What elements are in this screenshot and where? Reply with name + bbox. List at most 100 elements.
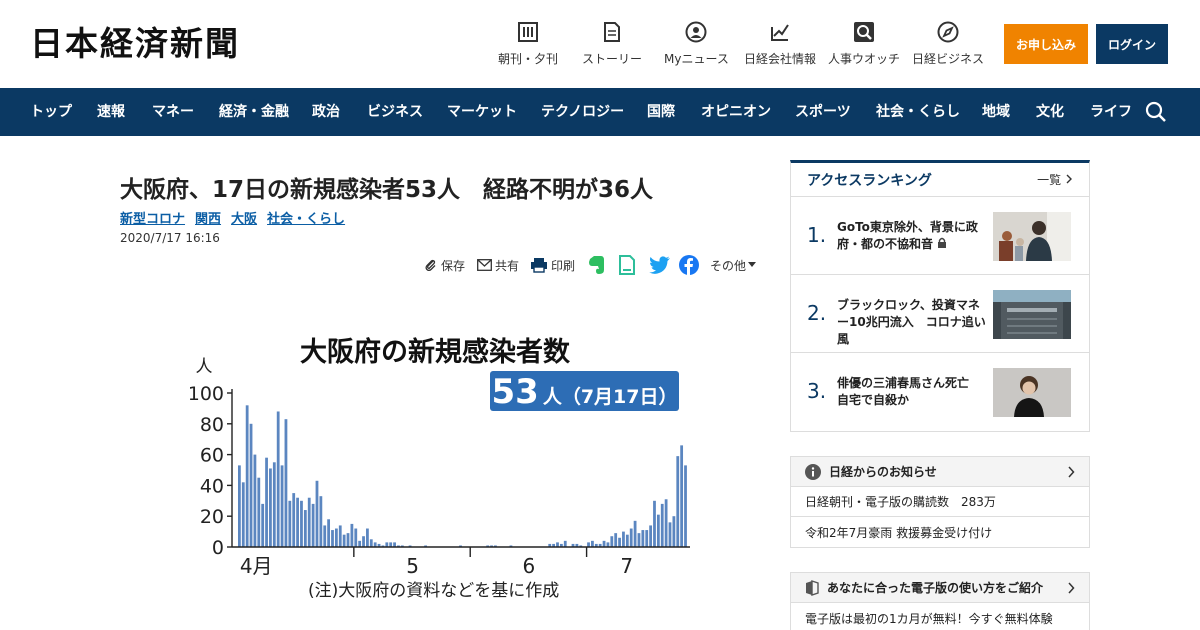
bar (366, 528, 369, 547)
bar (649, 525, 652, 547)
caret-down-icon (748, 262, 757, 268)
notice-header[interactable]: 日経からのお知らせ (791, 457, 1089, 487)
bar (276, 411, 280, 547)
bar (602, 540, 606, 547)
apply-button[interactable]: お申し込み (1004, 24, 1088, 64)
guide-row[interactable]: 電子版は最初の1カ月が無料！今すぐ無料体験 (791, 603, 1089, 630)
bar (629, 528, 633, 547)
article-tags: 新型コロナ 関西 大阪 社会・くらし (120, 208, 345, 227)
cases-bar-chart: 人 0 20 40 60 80 100 4月 5 6 7 (190, 357, 690, 578)
ranking-item[interactable]: 2. ブラックロック、投資マネー10兆円流入 コロナ追い風 (791, 275, 1089, 353)
save-button[interactable]: 保存 (424, 254, 465, 276)
compass-icon (936, 20, 960, 44)
bar (315, 480, 319, 547)
print-button[interactable]: 印刷 (530, 254, 575, 276)
x-tick-label: 7 (620, 554, 633, 578)
util-chokan-yukan[interactable]: 朝刊・夕刊 (498, 20, 558, 67)
bar (319, 496, 323, 547)
nav-item-sports[interactable]: スポーツ (795, 88, 851, 136)
more-label: その他 (710, 258, 747, 273)
y-tick-label: 60 (200, 445, 224, 467)
printer-icon (530, 257, 548, 273)
nav-item-opinion[interactable]: オピニオン (701, 88, 771, 136)
book-icon (805, 579, 819, 596)
notice-title: 日経からのお知らせ (829, 465, 937, 479)
ranking-more-link[interactable]: 一覧 (1037, 171, 1073, 188)
bar (307, 497, 311, 547)
ranking-item[interactable]: 3. 俳優の三浦春馬さん死亡 自宅で自殺か (791, 353, 1089, 431)
facebook-share-button[interactable] (679, 254, 702, 276)
login-button[interactable]: ログイン (1096, 24, 1168, 64)
x-tick-label: 4月 (240, 554, 273, 578)
article-date: 2020/7/17 16:16 (120, 231, 220, 245)
bar (334, 528, 338, 547)
search-icon[interactable] (1144, 100, 1168, 124)
util-label: Myニュース (664, 52, 729, 66)
bar (618, 537, 621, 547)
clip-button[interactable] (618, 254, 639, 276)
share-label: 共有 (495, 258, 520, 273)
bar (338, 525, 342, 547)
notice-row[interactable]: 令和2年7月豪雨 救援募金受け付け (791, 517, 1089, 547)
nav-item-region[interactable]: 地域 (982, 88, 1010, 136)
stock-chart-icon (768, 20, 792, 44)
lock-icon (937, 237, 947, 251)
twitter-share-button[interactable] (649, 254, 674, 276)
util-nikkei-business[interactable]: 日経ビジネス (912, 20, 984, 67)
nav-item-market[interactable]: マーケット (447, 88, 517, 136)
bar (342, 534, 346, 547)
nav-item-sokuho[interactable]: 速報 (97, 88, 125, 136)
bar (269, 468, 272, 547)
tag-link[interactable]: 大阪 (231, 208, 257, 227)
bar (311, 503, 315, 547)
bar (633, 520, 637, 547)
guide-header[interactable]: あなたに合った電子版の使い方をご紹介 (791, 573, 1089, 603)
notice-row[interactable]: 日経朝刊・電子版の購読数 283万 (791, 487, 1089, 517)
nav-item-life[interactable]: ライフ (1090, 88, 1132, 136)
nav-item-culture[interactable]: 文化 (1036, 88, 1064, 136)
bar (327, 519, 331, 547)
ranking-number: 2. (807, 301, 827, 325)
nav-item-world[interactable]: 国際 (647, 88, 675, 136)
site-logo[interactable]: 日本経済新聞 (30, 24, 240, 64)
bar (668, 522, 672, 547)
nav-item-society[interactable]: 社会・くらし (876, 88, 960, 136)
y-tick-label: 80 (200, 414, 224, 436)
bar (369, 539, 373, 547)
nav-item-top[interactable]: トップ (30, 88, 72, 136)
ranking-item-title: ブラックロック、投資マネー10兆円流入 コロナ追い風 (837, 298, 986, 346)
tag-link[interactable]: 新型コロナ (120, 208, 185, 227)
bar (641, 530, 645, 547)
util-story[interactable]: ストーリー (582, 20, 642, 67)
nav-item-business[interactable]: ビジネス (367, 88, 423, 136)
util-my-news[interactable]: Myニュース (664, 20, 729, 67)
bar (680, 445, 684, 547)
nav-item-economy[interactable]: 経済・金融 (219, 88, 289, 136)
share-button[interactable]: 共有 (477, 254, 519, 276)
bar (637, 533, 641, 547)
nav-item-technology[interactable]: テクノロジー (541, 88, 624, 136)
bar (625, 534, 629, 547)
util-label: 朝刊・夕刊 (498, 52, 559, 66)
more-share-button[interactable]: その他 (710, 254, 759, 276)
tag-link[interactable]: 社会・くらし (267, 208, 345, 227)
ranking-item[interactable]: 1. GoTo東京除外、背景に政府・都の不協和音 (791, 197, 1089, 275)
nav-item-politics[interactable]: 政治 (312, 88, 340, 136)
y-tick-label: 20 (200, 506, 224, 528)
bar (288, 500, 292, 547)
bar (362, 536, 365, 547)
bar (354, 528, 358, 547)
tag-link[interactable]: 関西 (195, 208, 221, 227)
util-label: 日経ビジネス (912, 52, 985, 66)
nav-item-money[interactable]: マネー (152, 88, 194, 136)
bar (672, 516, 676, 547)
mail-icon (477, 259, 492, 271)
y-tick-label: 100 (190, 383, 224, 405)
bar (253, 454, 257, 547)
util-jinji-watch[interactable]: 人事ウオッチ (828, 20, 900, 67)
ranking-item-title: GoTo東京除外、背景に政府・都の不協和音 (837, 219, 987, 253)
util-company-info[interactable]: 日経会社情報 (744, 20, 816, 67)
evernote-button[interactable] (587, 254, 608, 276)
bar (238, 465, 241, 547)
util-label: 人事ウオッチ (828, 52, 901, 66)
